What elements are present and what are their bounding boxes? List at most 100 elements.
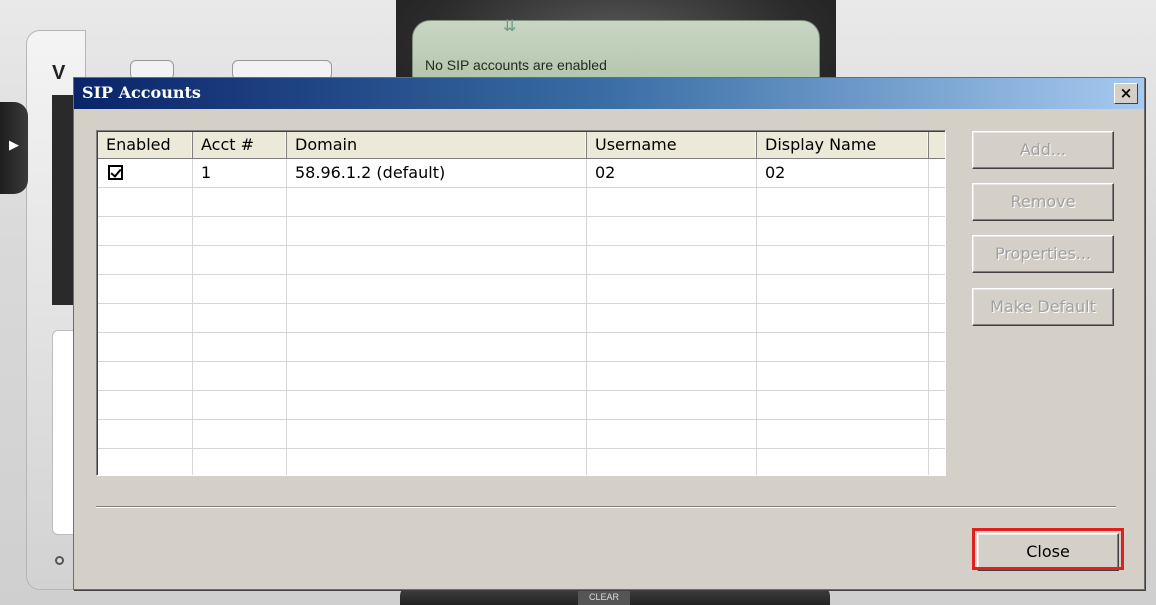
empty-cell	[587, 333, 757, 362]
empty-cell	[98, 420, 193, 449]
column-header[interactable]: Enabled	[98, 132, 193, 159]
empty-cell	[193, 246, 287, 275]
row-filler	[929, 449, 945, 475]
empty-cell	[193, 449, 287, 475]
empty-cell	[98, 391, 193, 420]
column-header[interactable]: Domain	[287, 132, 587, 159]
column-header[interactable]: Username	[587, 132, 757, 159]
empty-cell	[757, 391, 929, 420]
empty-cell	[587, 246, 757, 275]
empty-cell	[757, 188, 929, 217]
empty-cell	[587, 217, 757, 246]
empty-cell	[98, 449, 193, 475]
display-name-cell: 02	[757, 159, 929, 188]
row-filler	[929, 420, 945, 449]
empty-cell	[98, 188, 193, 217]
table-row	[98, 420, 945, 449]
properties-button[interactable]: Properties...	[972, 235, 1114, 273]
empty-cell	[98, 304, 193, 333]
empty-cell	[193, 333, 287, 362]
empty-cell	[757, 420, 929, 449]
empty-cell	[287, 420, 587, 449]
list-header: Enabled Acct # Domain Username Display Name	[98, 132, 945, 159]
empty-cell	[587, 188, 757, 217]
table-row	[98, 362, 945, 391]
table-row	[98, 188, 945, 217]
empty-cell	[757, 333, 929, 362]
dialog-separator	[96, 506, 1116, 508]
empty-cell	[287, 333, 587, 362]
sip-accounts-dialog: SIP Accounts × Enabled Acct # Domain Userna…	[73, 77, 1145, 590]
empty-cell	[757, 246, 929, 275]
empty-cell	[587, 449, 757, 475]
add-button[interactable]: Add...	[972, 131, 1114, 169]
empty-cell	[757, 304, 929, 333]
row-filler	[929, 333, 945, 362]
table-row	[98, 391, 945, 420]
row-filler	[929, 275, 945, 304]
empty-cell	[587, 420, 757, 449]
empty-cell	[193, 420, 287, 449]
empty-cell	[287, 304, 587, 333]
list-body: 1 58.96.1.2 (default) 02 02	[98, 159, 945, 475]
empty-cell	[287, 188, 587, 217]
empty-cell	[193, 188, 287, 217]
table-row	[98, 217, 945, 246]
make-default-button[interactable]: Make Default	[972, 288, 1114, 326]
empty-cell	[98, 246, 193, 275]
close-icon[interactable]: ×	[1114, 83, 1138, 104]
accounts-list[interactable]: Enabled Acct # Domain Username Display Name …	[96, 130, 946, 476]
empty-cell	[287, 217, 587, 246]
column-header-filler	[929, 132, 945, 159]
side-panel-radio-icon	[55, 556, 64, 565]
row-filler	[929, 217, 945, 246]
enabled-cell	[98, 159, 193, 188]
acct-cell: 1	[193, 159, 287, 188]
dialog-titlebar: SIP Accounts ×	[74, 78, 1144, 109]
empty-cell	[757, 275, 929, 304]
empty-cell	[193, 275, 287, 304]
empty-cell	[287, 391, 587, 420]
empty-cell	[587, 275, 757, 304]
empty-cell	[98, 275, 193, 304]
empty-cell	[587, 304, 757, 333]
row-filler	[929, 391, 945, 420]
network-icon: ⇊	[503, 16, 517, 35]
column-header[interactable]: Display Name	[757, 132, 929, 159]
empty-cell	[287, 449, 587, 475]
table-row	[98, 333, 945, 362]
empty-cell	[98, 217, 193, 246]
empty-cell	[587, 391, 757, 420]
row-filler	[929, 159, 945, 188]
table-row	[98, 449, 945, 475]
username-cell: 02	[587, 159, 757, 188]
dialog-title: SIP Accounts	[82, 83, 201, 102]
empty-cell	[98, 362, 193, 391]
remove-button[interactable]: Remove	[972, 183, 1114, 221]
empty-cell	[587, 362, 757, 391]
empty-cell	[757, 449, 929, 475]
enabled-checkbox[interactable]	[108, 165, 123, 180]
empty-cell	[193, 362, 287, 391]
row-filler	[929, 304, 945, 333]
empty-cell	[287, 362, 587, 391]
empty-cell	[193, 391, 287, 420]
row-filler	[929, 362, 945, 391]
side-panel-title: V	[52, 62, 66, 84]
side-panel-expand-handle[interactable]: ▶	[0, 102, 28, 194]
clear-key[interactable]: CLEAR	[578, 590, 630, 605]
empty-cell	[98, 333, 193, 362]
table-row	[98, 246, 945, 275]
table-row	[98, 275, 945, 304]
table-row[interactable]: 1 58.96.1.2 (default) 02 02	[98, 159, 945, 188]
row-filler	[929, 188, 945, 217]
close-button-highlight	[972, 528, 1124, 570]
side-panel-dark-strip	[52, 95, 74, 305]
phone-status-text: No SIP accounts are enabled	[425, 57, 607, 73]
play-arrow-icon: ▶	[9, 138, 19, 153]
row-filler	[929, 246, 945, 275]
empty-cell	[193, 304, 287, 333]
domain-cell: 58.96.1.2 (default)	[287, 159, 587, 188]
column-header[interactable]: Acct #	[193, 132, 287, 159]
empty-cell	[757, 217, 929, 246]
